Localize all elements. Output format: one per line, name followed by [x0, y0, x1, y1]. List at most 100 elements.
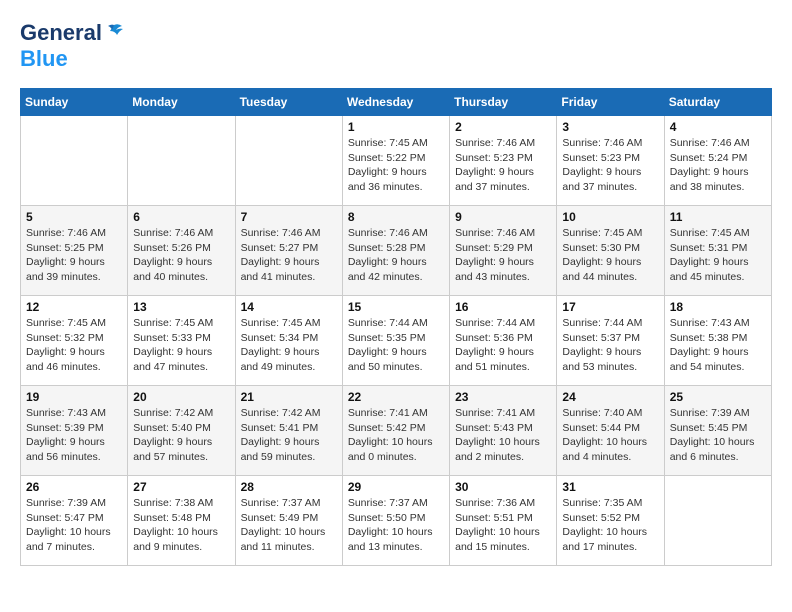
day-number: 25 — [670, 390, 766, 404]
day-number: 24 — [562, 390, 658, 404]
week-row-5: 26 Sunrise: 7:39 AM Sunset: 5:47 PM Dayli… — [21, 476, 772, 566]
calendar-cell: 12Sunrise: 7:45 AM Sunset: 5:32 PM Dayli… — [21, 296, 128, 386]
page-header: General Blue — [20, 20, 772, 72]
day-info: Sunrise: 7:41 AM Sunset: 5:42 PM Dayligh… — [348, 406, 444, 465]
day-number: 26 — [26, 480, 122, 494]
day-info: Sunrise: 7:40 AM Sunset: 5:44 PM Dayligh… — [562, 406, 658, 465]
weekday-monday: Monday — [128, 89, 235, 116]
day-info: Sunrise: 7:38 AM Sunset: 5:48 PM Dayligh… — [133, 496, 229, 555]
day-number: 1 — [348, 120, 444, 134]
day-number: 5 — [26, 210, 122, 224]
day-number: 3 — [562, 120, 658, 134]
calendar-cell: 26 Sunrise: 7:39 AM Sunset: 5:47 PM Dayli… — [21, 476, 128, 566]
day-number: 17 — [562, 300, 658, 314]
calendar-cell: 6 Sunrise: 7:46 AM Sunset: 5:26 PM Daylig… — [128, 206, 235, 296]
day-info: Sunrise: 7:35 AM Sunset: 5:52 PM Dayligh… — [562, 496, 658, 555]
calendar-cell: 8 Sunrise: 7:46 AM Sunset: 5:28 PM Daylig… — [342, 206, 449, 296]
day-number: 14 — [241, 300, 337, 314]
calendar-cell: 13 Sunrise: 7:45 AM Sunset: 5:33 PM Dayli… — [128, 296, 235, 386]
day-info: Sunrise: 7:46 AM Sunset: 5:23 PM Dayligh… — [455, 136, 551, 195]
day-number: 2 — [455, 120, 551, 134]
calendar-cell: 9Sunrise: 7:46 AM Sunset: 5:29 PM Daylig… — [450, 206, 557, 296]
week-row-2: 5 Sunrise: 7:46 AM Sunset: 5:25 PM Daylig… — [21, 206, 772, 296]
calendar-cell: 16 Sunrise: 7:44 AM Sunset: 5:36 PM Dayli… — [450, 296, 557, 386]
calendar-cell: 30Sunrise: 7:36 AM Sunset: 5:51 PM Dayli… — [450, 476, 557, 566]
calendar-cell: 1 Sunrise: 7:45 AM Sunset: 5:22 PM Daylig… — [342, 116, 449, 206]
day-number: 20 — [133, 390, 229, 404]
day-info: Sunrise: 7:43 AM Sunset: 5:39 PM Dayligh… — [26, 406, 122, 465]
day-info: Sunrise: 7:46 AM Sunset: 5:28 PM Dayligh… — [348, 226, 444, 285]
day-info: Sunrise: 7:45 AM Sunset: 5:32 PM Dayligh… — [26, 316, 122, 375]
day-info: Sunrise: 7:44 AM Sunset: 5:36 PM Dayligh… — [455, 316, 551, 375]
calendar-cell: 17 Sunrise: 7:44 AM Sunset: 5:37 PM Dayli… — [557, 296, 664, 386]
day-info: Sunrise: 7:45 AM Sunset: 5:30 PM Dayligh… — [562, 226, 658, 285]
day-info: Sunrise: 7:45 AM Sunset: 5:22 PM Dayligh… — [348, 136, 444, 195]
day-number: 16 — [455, 300, 551, 314]
calendar-cell: 2 Sunrise: 7:46 AM Sunset: 5:23 PM Daylig… — [450, 116, 557, 206]
day-number: 4 — [670, 120, 766, 134]
day-info: Sunrise: 7:46 AM Sunset: 5:27 PM Dayligh… — [241, 226, 337, 285]
day-info: Sunrise: 7:42 AM Sunset: 5:40 PM Dayligh… — [133, 406, 229, 465]
calendar-cell: 10 Sunrise: 7:45 AM Sunset: 5:30 PM Dayli… — [557, 206, 664, 296]
calendar-cell — [235, 116, 342, 206]
day-info: Sunrise: 7:44 AM Sunset: 5:37 PM Dayligh… — [562, 316, 658, 375]
week-row-3: 12Sunrise: 7:45 AM Sunset: 5:32 PM Dayli… — [21, 296, 772, 386]
day-info: Sunrise: 7:39 AM Sunset: 5:47 PM Dayligh… — [26, 496, 122, 555]
calendar-cell — [21, 116, 128, 206]
weekday-header-row: SundayMondayTuesdayWednesdayThursdayFrid… — [21, 89, 772, 116]
calendar-cell: 24 Sunrise: 7:40 AM Sunset: 5:44 PM Dayli… — [557, 386, 664, 476]
day-number: 22 — [348, 390, 444, 404]
day-info: Sunrise: 7:46 AM Sunset: 5:23 PM Dayligh… — [562, 136, 658, 195]
day-number: 23 — [455, 390, 551, 404]
day-number: 13 — [133, 300, 229, 314]
day-number: 27 — [133, 480, 229, 494]
logo-blue: Blue — [20, 46, 68, 71]
day-number: 18 — [670, 300, 766, 314]
calendar-cell: 28Sunrise: 7:37 AM Sunset: 5:49 PM Dayli… — [235, 476, 342, 566]
day-number: 7 — [241, 210, 337, 224]
day-info: Sunrise: 7:42 AM Sunset: 5:41 PM Dayligh… — [241, 406, 337, 465]
calendar-body: 1 Sunrise: 7:45 AM Sunset: 5:22 PM Daylig… — [21, 116, 772, 566]
calendar-cell: 31 Sunrise: 7:35 AM Sunset: 5:52 PM Dayli… — [557, 476, 664, 566]
weekday-tuesday: Tuesday — [235, 89, 342, 116]
day-number: 8 — [348, 210, 444, 224]
weekday-friday: Friday — [557, 89, 664, 116]
calendar-cell — [128, 116, 235, 206]
calendar-cell: 14 Sunrise: 7:45 AM Sunset: 5:34 PM Dayli… — [235, 296, 342, 386]
calendar-cell: 3 Sunrise: 7:46 AM Sunset: 5:23 PM Daylig… — [557, 116, 664, 206]
day-number: 6 — [133, 210, 229, 224]
calendar-table: SundayMondayTuesdayWednesdayThursdayFrid… — [20, 88, 772, 566]
logo-bird-icon — [104, 23, 124, 41]
weekday-wednesday: Wednesday — [342, 89, 449, 116]
day-info: Sunrise: 7:46 AM Sunset: 5:26 PM Dayligh… — [133, 226, 229, 285]
calendar-cell: 11 Sunrise: 7:45 AM Sunset: 5:31 PM Dayli… — [664, 206, 771, 296]
calendar-cell: 21Sunrise: 7:42 AM Sunset: 5:41 PM Dayli… — [235, 386, 342, 476]
day-number: 11 — [670, 210, 766, 224]
day-info: Sunrise: 7:43 AM Sunset: 5:38 PM Dayligh… — [670, 316, 766, 375]
day-info: Sunrise: 7:45 AM Sunset: 5:31 PM Dayligh… — [670, 226, 766, 285]
day-number: 31 — [562, 480, 658, 494]
day-info: Sunrise: 7:46 AM Sunset: 5:25 PM Dayligh… — [26, 226, 122, 285]
calendar-cell: 29 Sunrise: 7:37 AM Sunset: 5:50 PM Dayli… — [342, 476, 449, 566]
day-info: Sunrise: 7:44 AM Sunset: 5:35 PM Dayligh… — [348, 316, 444, 375]
logo-general: General — [20, 20, 102, 46]
day-info: Sunrise: 7:39 AM Sunset: 5:45 PM Dayligh… — [670, 406, 766, 465]
day-number: 29 — [348, 480, 444, 494]
day-info: Sunrise: 7:45 AM Sunset: 5:34 PM Dayligh… — [241, 316, 337, 375]
logo: General Blue — [20, 20, 124, 72]
calendar-cell: 7 Sunrise: 7:46 AM Sunset: 5:27 PM Daylig… — [235, 206, 342, 296]
calendar-cell: 15Sunrise: 7:44 AM Sunset: 5:35 PM Dayli… — [342, 296, 449, 386]
day-info: Sunrise: 7:46 AM Sunset: 5:24 PM Dayligh… — [670, 136, 766, 195]
day-number: 9 — [455, 210, 551, 224]
calendar-cell: 23 Sunrise: 7:41 AM Sunset: 5:43 PM Dayli… — [450, 386, 557, 476]
calendar-cell — [664, 476, 771, 566]
calendar-cell: 20 Sunrise: 7:42 AM Sunset: 5:40 PM Dayli… — [128, 386, 235, 476]
weekday-thursday: Thursday — [450, 89, 557, 116]
week-row-1: 1 Sunrise: 7:45 AM Sunset: 5:22 PM Daylig… — [21, 116, 772, 206]
day-number: 30 — [455, 480, 551, 494]
day-number: 28 — [241, 480, 337, 494]
day-info: Sunrise: 7:41 AM Sunset: 5:43 PM Dayligh… — [455, 406, 551, 465]
day-info: Sunrise: 7:37 AM Sunset: 5:50 PM Dayligh… — [348, 496, 444, 555]
day-number: 10 — [562, 210, 658, 224]
day-info: Sunrise: 7:45 AM Sunset: 5:33 PM Dayligh… — [133, 316, 229, 375]
